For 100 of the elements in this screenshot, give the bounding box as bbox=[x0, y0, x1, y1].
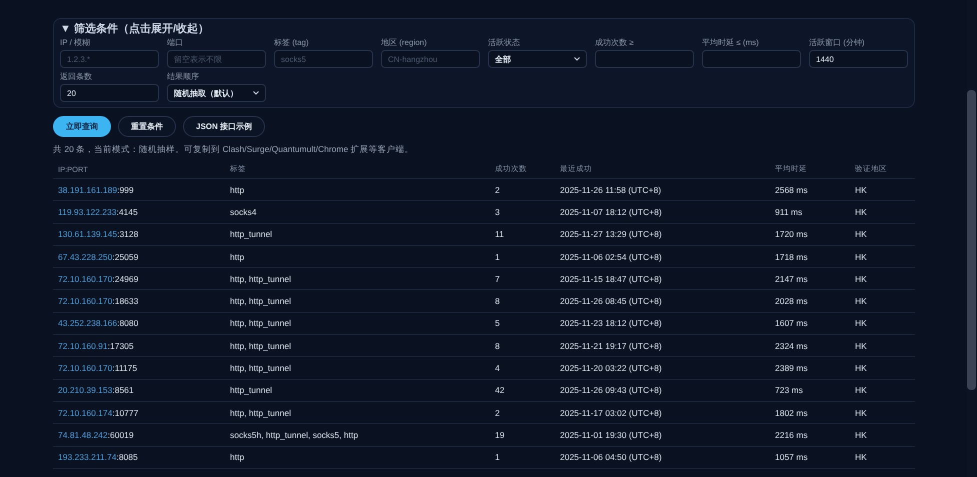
table-cell-text: 2568 ms bbox=[775, 184, 809, 195]
table-cell-text: 723 ms bbox=[775, 385, 804, 396]
input-field[interactable]: CN-hangzhou bbox=[381, 50, 480, 68]
table-cell-text: 2216 ms bbox=[775, 430, 809, 440]
ip-port: 193.233.211.74:8085 bbox=[58, 452, 139, 462]
table-cell-text: 2389 ms bbox=[775, 363, 809, 374]
field-label: 地区 (region) bbox=[381, 37, 428, 48]
table-cell-text: http, http_tunnel bbox=[230, 318, 292, 328]
table-cell-text: 1 bbox=[495, 252, 501, 262]
field-label: 标签 (tag) bbox=[274, 37, 310, 48]
outline-button[interactable]: JSON 接口示例 bbox=[183, 116, 266, 137]
table-cell-text: 2028 ms bbox=[775, 296, 809, 306]
table-cell-text: http, http_tunnel bbox=[230, 296, 292, 306]
table-cell-text: HK bbox=[855, 452, 868, 462]
table-cell-text: 2025-11-07 18:12 (UTC+8) bbox=[560, 206, 663, 217]
table-cell-text: http, http_tunnel bbox=[230, 408, 292, 418]
table-cell-text: 2 bbox=[495, 184, 501, 195]
ip-port: 72.10.160.170:18633 bbox=[58, 296, 140, 306]
table-cell-text: http bbox=[230, 252, 246, 262]
table-cell-text: HK bbox=[855, 408, 868, 418]
table-cell-text: 8 bbox=[495, 340, 501, 351]
field-label: IP / 模糊 bbox=[60, 37, 92, 48]
ip-port: 74.81.48.242:60019 bbox=[58, 430, 135, 440]
select-field[interactable]: 全部 bbox=[488, 50, 587, 68]
table-cell-text: 1718 ms bbox=[775, 252, 809, 262]
ip-port: 72.10.160.91:17305 bbox=[58, 340, 135, 351]
table-cell-text: 2025-11-20 03:22 (UTC+8) bbox=[560, 363, 663, 374]
table-cell-text: 1057 ms bbox=[775, 452, 809, 462]
table-cell-text: HK bbox=[855, 318, 868, 328]
table-cell-text: 2025-11-06 02:54 (UTC+8) bbox=[560, 252, 663, 262]
table-cell-text: 42 bbox=[495, 385, 506, 396]
query-button[interactable]: 立即查询 bbox=[53, 116, 111, 137]
table-cell-text: 1 bbox=[495, 452, 501, 462]
field-label: 返回条数 bbox=[60, 71, 93, 82]
table-cell-text: 2025-11-26 08:45 (UTC+8) bbox=[560, 296, 663, 306]
table-cell-text: socks5h, http_tunnel, socks5, http bbox=[230, 430, 360, 440]
table-cell-text: 911 ms bbox=[775, 206, 804, 217]
table-cell-text: HK bbox=[855, 184, 868, 195]
table-cell-text: 2025-11-26 09:43 (UTC+8) bbox=[560, 385, 663, 396]
table-cell-text: http_tunnel bbox=[230, 385, 274, 396]
table-cell-text: 2147 ms bbox=[775, 274, 809, 284]
field-label: 平均时延 ≤ (ms) bbox=[702, 37, 760, 48]
table-cell-text: 2025-11-21 19:17 (UTC+8) bbox=[560, 340, 663, 351]
table-cell-text: 8 bbox=[495, 296, 501, 306]
table-cell-text: 2025-11-27 13:29 (UTC+8) bbox=[560, 229, 663, 240]
result-summary: 共 20 条，当前模式：随机抽样。可复制到 Clash/Surge/Quantumult/Chrome 扩展等客户端。 bbox=[53, 144, 415, 156]
ip-port: 67.43.228.250:25059 bbox=[58, 252, 140, 262]
table-cell-text: 4 bbox=[495, 363, 501, 374]
ip-port: 72.10.160.170:11175 bbox=[58, 363, 138, 374]
table-cell-text: 2025-11-15 18:47 (UTC+8) bbox=[560, 274, 663, 284]
table-cell-text: 2025-11-06 04:50 (UTC+8) bbox=[560, 452, 663, 462]
table-cell-text: 1720 ms bbox=[775, 229, 809, 240]
table-cell-text: http, http_tunnel bbox=[230, 274, 292, 284]
input-field[interactable]: 留空表示不限 bbox=[167, 50, 266, 68]
field-label: 活跃状态 bbox=[488, 37, 521, 48]
table-cell-text: 2324 ms bbox=[775, 340, 809, 351]
table-cell-text: HK bbox=[855, 340, 868, 351]
table-cell-text: 7 bbox=[495, 274, 501, 284]
ip-port: 119.93.122.233:4145 bbox=[58, 206, 139, 217]
table-cell-text: HK bbox=[855, 296, 868, 306]
chevron-down-icon bbox=[574, 57, 580, 61]
input-field[interactable] bbox=[595, 50, 694, 68]
input-field[interactable] bbox=[702, 50, 801, 68]
ip-port: 43.252.238.166:8080 bbox=[58, 318, 140, 328]
table-cell-text: http_tunnel bbox=[230, 229, 274, 240]
field-label: 成功次数 ≥ bbox=[595, 37, 635, 48]
table-cell-text: 2 bbox=[495, 408, 501, 418]
table-cell-text: 2025-11-23 18:12 (UTC+8) bbox=[560, 318, 663, 328]
table-cell-text: http, http_tunnel bbox=[230, 340, 292, 351]
table-cell-text: HK bbox=[855, 206, 868, 217]
field-label: 结果顺序 bbox=[167, 71, 200, 82]
table-cell-text: HK bbox=[855, 363, 868, 374]
table-cell-text: HK bbox=[855, 229, 868, 240]
chevron-down-icon bbox=[253, 91, 259, 95]
table-cell-text: 19 bbox=[495, 430, 506, 440]
table-cell-text: 2025-11-01 19:30 (UTC+8) bbox=[560, 430, 663, 440]
table-cell-text: 3 bbox=[495, 206, 501, 217]
field-label: 活跃窗口 (分钟) bbox=[809, 37, 866, 48]
input-field[interactable]: 1.2.3.* bbox=[60, 50, 159, 68]
table-cell-text: 2025-11-26 11:58 (UTC+8) bbox=[560, 184, 662, 195]
table-cell-text: http bbox=[230, 184, 246, 195]
ip-port: 20.210.39.153:8561 bbox=[58, 385, 135, 396]
table-cell-text: http, http_tunnel bbox=[230, 363, 292, 374]
table-cell-text: HK bbox=[855, 252, 868, 262]
table-cell-text: HK bbox=[855, 430, 868, 440]
table-cell-text: 1607 ms bbox=[775, 318, 809, 328]
input-field[interactable]: 20 bbox=[60, 84, 159, 102]
ip-port: 72.10.160.174:10777 bbox=[58, 408, 140, 418]
table-cell-text: http bbox=[230, 452, 246, 462]
select-field[interactable]: 随机抽取（默认） bbox=[167, 84, 266, 102]
table-cell-text: 11 bbox=[495, 229, 505, 240]
filter-toggle[interactable]: ▼ 筛选条件（点击展开/收起） bbox=[60, 21, 908, 36]
table-cell-text: HK bbox=[855, 274, 868, 284]
outline-button[interactable]: 重置条件 bbox=[118, 116, 176, 137]
input-field[interactable]: socks5 bbox=[274, 50, 373, 68]
scrollbar[interactable] bbox=[967, 90, 976, 390]
table-cell-text: socks4 bbox=[230, 206, 258, 217]
ip-port: 130.61.139.145:3128 bbox=[58, 229, 140, 240]
input-field[interactable]: 1440 bbox=[809, 50, 908, 68]
field-label: 端口 bbox=[167, 37, 184, 48]
